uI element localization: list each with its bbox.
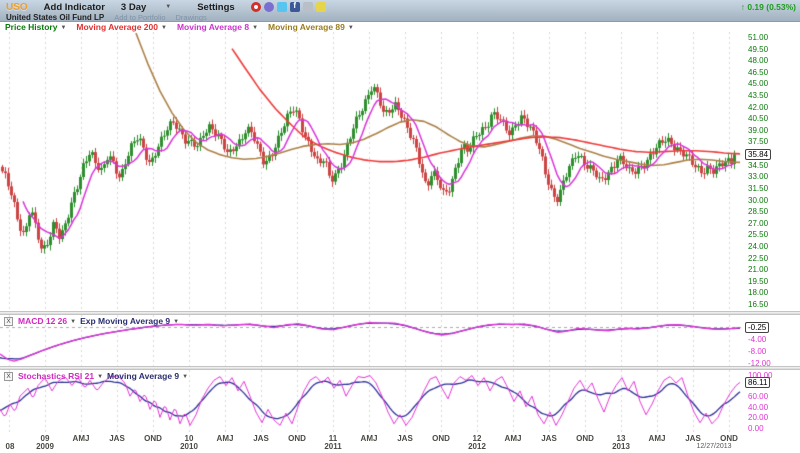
period-dropdown[interactable]: 3 Day xyxy=(121,2,146,13)
x-axis-quarter-label: AMJ xyxy=(360,434,378,443)
price-axis-label: 51.00 xyxy=(748,33,769,42)
chevron-down-icon xyxy=(173,319,179,325)
chevron-down-icon xyxy=(348,25,354,31)
price-axis-label: 27.00 xyxy=(748,218,769,228)
facebook-icon[interactable]: f xyxy=(289,1,300,12)
stoch-axis-label: 0.00 xyxy=(748,424,764,433)
current-price-box: 35.84 xyxy=(745,149,772,160)
x-axis-quarter-label: OND xyxy=(576,434,594,443)
macd-axis-label: -8.00 xyxy=(748,347,767,356)
note-icon[interactable] xyxy=(315,2,326,12)
x-axis-year-label: 2009 xyxy=(36,442,54,451)
x-axis-quarter-label: AMJ xyxy=(72,434,90,443)
price-axis-label: 25.50 xyxy=(748,230,769,240)
macd-overlay-dropdown[interactable]: Exp Moving Average 9 xyxy=(80,316,179,326)
x-axis-quarter-label: AMJ xyxy=(216,434,234,443)
chevron-down-icon xyxy=(161,25,167,31)
price-axis-label: 45.00 xyxy=(748,79,769,89)
toolbar: USO Add Indicator 3 Day Settings f ↑ 0.1… xyxy=(0,0,800,22)
settings-button[interactable]: Settings xyxy=(197,2,234,13)
price-axis-label: 43.50 xyxy=(748,91,769,101)
stoch-overlay-dropdown[interactable]: Moving Average 9 xyxy=(107,371,188,381)
price-axis-label: 33.00 xyxy=(748,172,769,182)
add-indicator-button[interactable]: Add Indicator xyxy=(44,2,105,13)
price-change-badge: ↑ 0.19 (0.53%) xyxy=(740,2,796,12)
end-date-label: 12/27/2013 xyxy=(696,443,732,450)
x-axis: 09 AMJ JAS OND 10 AMJ JAS OND 11 AMJ JAS OND 12 AMJ JA… xyxy=(0,432,742,453)
fund-name-label: United States Oil Fund LP xyxy=(6,13,105,22)
x-axis-quarter-label: JAS xyxy=(397,434,413,443)
legend-price-history[interactable]: Price History xyxy=(5,22,66,32)
macd-title-dropdown[interactable]: MACD 12 26 xyxy=(18,316,76,326)
price-axis-label: 37.50 xyxy=(748,137,769,147)
stoch-value-box: 86.11 xyxy=(745,377,771,388)
twitter-icon[interactable] xyxy=(276,2,287,12)
price-axis-label: 24.00 xyxy=(748,241,769,251)
x-axis-quarter-label: JAS xyxy=(541,434,557,443)
price-axis-label: 31.50 xyxy=(748,183,769,193)
price-axis-label: 46.50 xyxy=(748,67,769,77)
x-axis-quarter-label: OND xyxy=(432,434,450,443)
legend-ma89[interactable]: Moving Average 89 xyxy=(268,22,354,32)
macd-pane-header: X MACD 12 26 Exp Moving Average 9 xyxy=(4,316,183,326)
x-axis-year-label: 2011 xyxy=(324,442,342,451)
price-axis-label: 48.00 xyxy=(748,56,769,66)
price-chart-canvas[interactable] xyxy=(0,32,742,311)
price-axis-label: 40.50 xyxy=(748,114,769,124)
x-axis-year-label: 2012 xyxy=(468,442,486,451)
close-icon[interactable]: X xyxy=(4,316,13,326)
add-to-portfolio-link[interactable]: Add to Portfolio xyxy=(114,13,165,22)
record-icon[interactable] xyxy=(250,2,261,12)
chevron-down-icon xyxy=(97,374,103,380)
legend-ma8[interactable]: Moving Average 8 xyxy=(177,22,258,32)
up-arrow-icon: ↑ xyxy=(740,2,745,12)
photo-icon[interactable] xyxy=(302,2,313,12)
x-axis-quarter-label: JAS xyxy=(109,434,125,443)
symbol-label[interactable]: USO xyxy=(6,2,28,13)
x-axis-quarter-label: OND xyxy=(288,434,306,443)
stoch-axis-label: 60.00 xyxy=(748,392,769,402)
chevron-down-icon xyxy=(182,374,188,380)
x-axis-quarter-label: OND xyxy=(720,434,738,443)
price-axis-label: 42.00 xyxy=(748,102,769,112)
x-axis-quarter-label: AMJ xyxy=(504,434,522,443)
stoch-axis-label: 20.00 xyxy=(748,413,769,423)
price-axis-label: 34.50 xyxy=(748,160,769,170)
x-axis-year-label: 2010 xyxy=(180,442,198,451)
price-axis-label: 30.00 xyxy=(748,195,769,205)
x-axis-year-label: 08 xyxy=(5,442,15,451)
x-axis-year-label: 2013 xyxy=(612,442,630,451)
charting-app: USO Add Indicator 3 Day Settings f ↑ 0.1… xyxy=(0,0,800,453)
x-axis-quarter-label: OND xyxy=(144,434,162,443)
price-axis-label: 18.00 xyxy=(748,288,769,298)
price-axis-label: 22.50 xyxy=(748,253,769,263)
x-axis-quarter-label: AMJ xyxy=(648,434,666,443)
indicator-legend: Price History Moving Average 200 Moving … xyxy=(0,22,800,32)
macd-value-box: -0.25 xyxy=(745,322,770,333)
x-axis-quarter-label: JAS xyxy=(685,434,701,443)
chevron-down-icon xyxy=(70,319,76,325)
price-axis-label: 21.00 xyxy=(748,265,769,275)
price-axis-label: 19.50 xyxy=(748,276,769,286)
price-axis-label: 28.50 xyxy=(748,207,769,217)
stoch-axis-label: 40.00 xyxy=(748,402,769,412)
price-axis-label: 16.50 xyxy=(748,299,769,309)
macd-axis-label: -12.00 xyxy=(748,359,771,368)
price-axis-label: 49.50 xyxy=(748,44,769,54)
globe-icon[interactable] xyxy=(263,2,274,12)
drawings-link[interactable]: Drawings xyxy=(176,13,207,22)
chevron-down-icon xyxy=(60,25,66,31)
stoch-title-dropdown[interactable]: Stochastics RSI 21 xyxy=(18,371,103,381)
stoch-pane-header: X Stochastics RSI 21 Moving Average 9 xyxy=(4,371,192,381)
price-axis-label: 39.00 xyxy=(748,125,769,135)
chevron-down-icon xyxy=(252,25,258,31)
legend-ma200[interactable]: Moving Average 200 xyxy=(76,22,167,32)
x-axis-quarter-label: JAS xyxy=(253,434,269,443)
chevron-down-icon[interactable] xyxy=(165,4,171,10)
macd-axis-label: -4.00 xyxy=(748,335,767,344)
close-icon[interactable]: X xyxy=(4,371,13,381)
